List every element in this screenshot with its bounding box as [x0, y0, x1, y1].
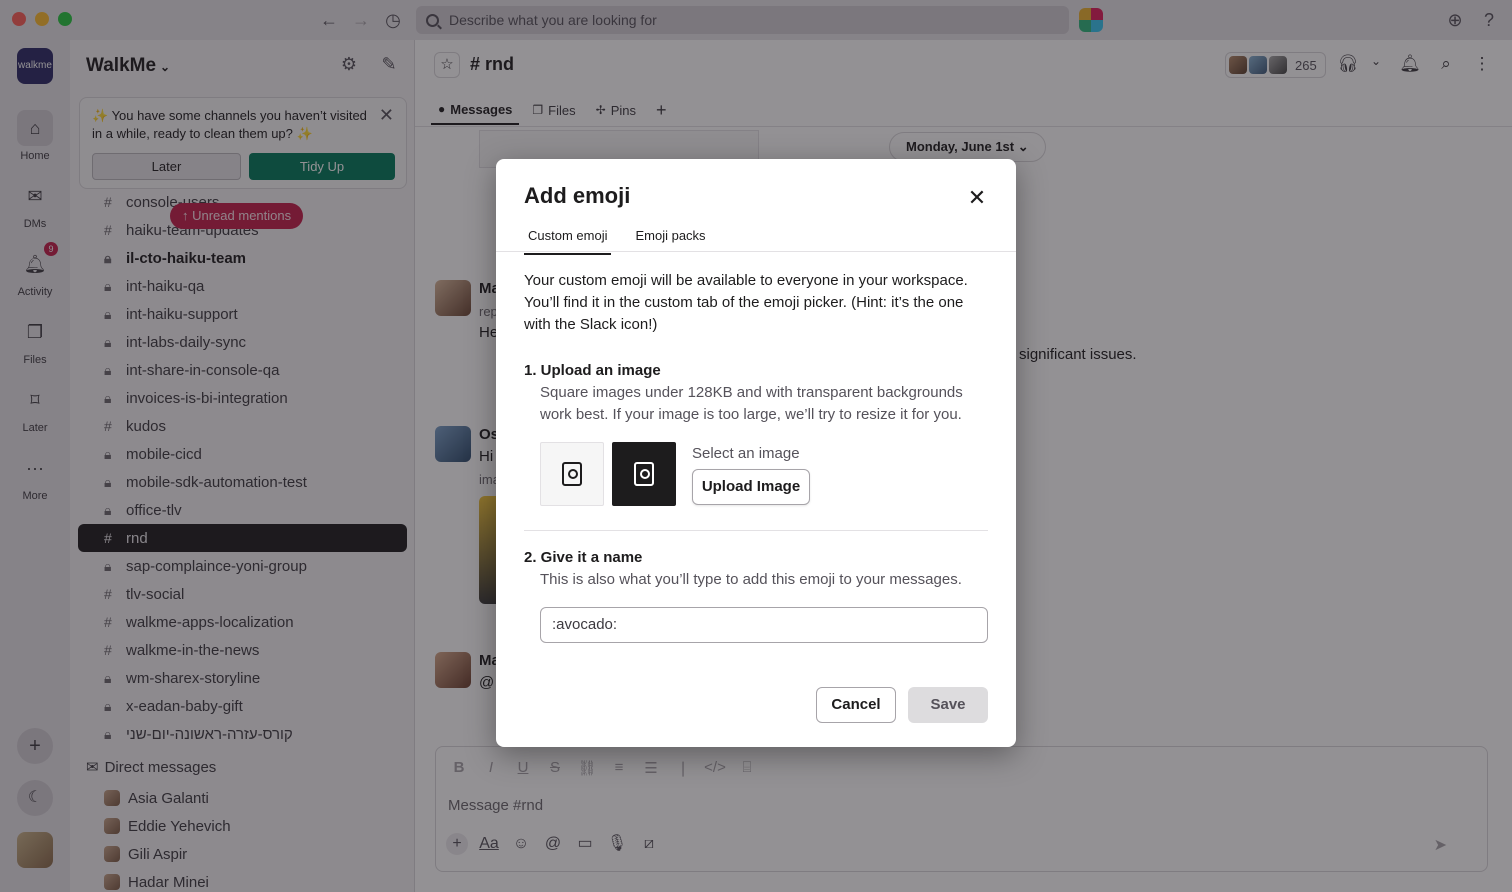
light-preview — [540, 442, 604, 506]
upload-image-button[interactable]: Upload Image — [692, 469, 810, 505]
cancel-button[interactable]: Cancel — [816, 687, 896, 723]
image-placeholder-icon — [562, 462, 582, 486]
divider — [524, 530, 988, 531]
emoji-name-field[interactable]: :avocado: — [540, 607, 988, 643]
image-placeholder-icon — [634, 462, 654, 486]
intro-text: Your custom emoji will be available to e… — [524, 272, 968, 333]
step-upload-title: 1. Upload an image — [524, 362, 661, 379]
step-name-description: This is also what you’ll type to add thi… — [540, 571, 962, 588]
dialog-title: Add emoji — [524, 183, 631, 208]
add-emoji-dialog: Add emoji ✕ Custom emoji Emoji packs You… — [496, 159, 1016, 747]
select-image-label: Select an image — [692, 445, 800, 462]
dark-preview — [612, 442, 676, 506]
step-name-title: 2. Give it a name — [524, 549, 643, 566]
step-upload-description: Square images under 128KB and with trans… — [540, 384, 963, 423]
divider — [496, 251, 1016, 252]
save-button[interactable]: Save — [908, 687, 988, 723]
close-icon[interactable]: ✕ — [964, 185, 990, 211]
